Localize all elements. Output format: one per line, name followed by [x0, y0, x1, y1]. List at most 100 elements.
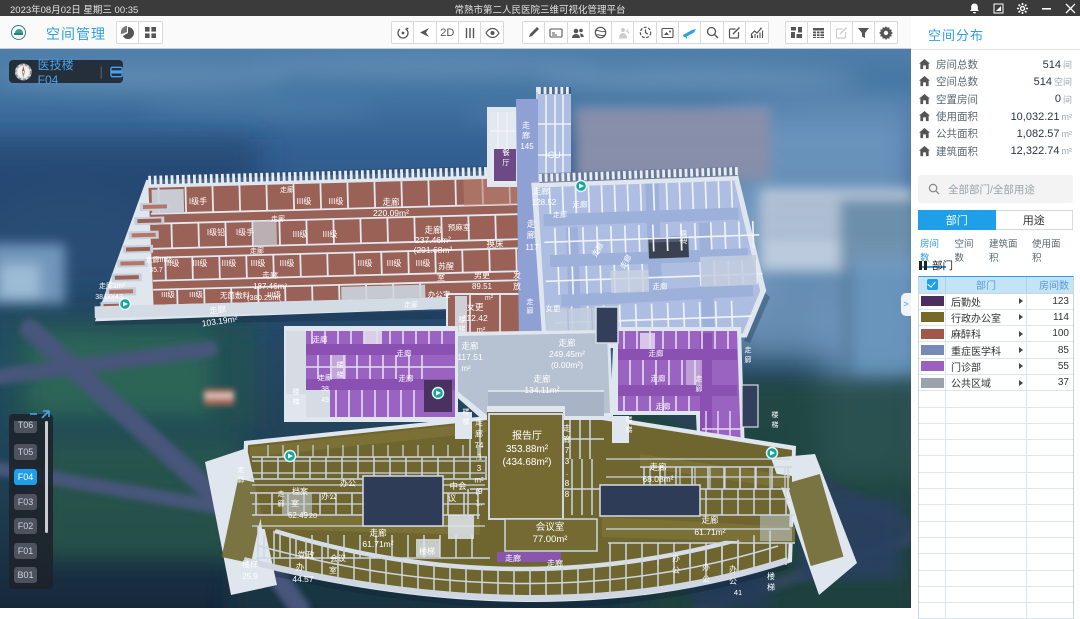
svg-text:办公: 办公 — [340, 478, 356, 488]
svg-text:走廊: 走廊 — [318, 373, 332, 382]
svg-text:餐: 餐 — [502, 148, 510, 157]
svg-text:走廊: 走廊 — [656, 401, 671, 411]
svg-text:44.57: 44.57 — [292, 574, 314, 584]
svg-text:走廊: 走廊 — [533, 186, 549, 196]
svg-text:m²: m² — [485, 295, 494, 302]
svg-text:廊: 廊 — [696, 384, 703, 393]
svg-text:III级: III级 — [293, 229, 308, 239]
svg-text:走: 走 — [278, 490, 285, 498]
svg-text:49: 49 — [321, 397, 329, 404]
svg-text:走廊: 走廊 — [553, 210, 567, 219]
svg-text:走廊: 走廊 — [280, 185, 294, 194]
svg-text:预麻室: 预麻室 — [448, 222, 471, 232]
svg-text:楼: 楼 — [626, 415, 633, 424]
svg-text:男更: 男更 — [474, 271, 490, 280]
svg-text:m²: m² — [477, 325, 486, 334]
svg-text:档案: 档案 — [292, 486, 308, 496]
svg-text:走: 走 — [527, 298, 534, 306]
svg-text:(0.00m²): (0.00m²) — [551, 360, 583, 370]
svg-text:8: 8 — [565, 490, 570, 499]
svg-text:20: 20 — [309, 511, 317, 520]
svg-text:楼: 楼 — [772, 410, 779, 419]
svg-text:梯: 梯 — [459, 324, 466, 333]
svg-text:3: 3 — [477, 464, 482, 473]
svg-text:无菌敷料: 无菌敷料 — [220, 290, 250, 300]
svg-text:61.71m²: 61.71m² — [362, 539, 393, 549]
svg-text:8: 8 — [565, 479, 570, 488]
svg-text:走廊: 走廊 — [651, 373, 666, 383]
svg-text:办: 办 — [729, 564, 737, 574]
svg-text:III级: III级 — [387, 258, 402, 268]
svg-text:III级: III级 — [267, 289, 281, 299]
svg-text:III级: III级 — [193, 258, 208, 268]
svg-text:III级: III级 — [358, 258, 373, 268]
svg-text:III级: III级 — [323, 229, 338, 239]
svg-text:廊: 廊 — [527, 306, 534, 315]
svg-text:梯: 梯 — [767, 582, 775, 592]
svg-text:公: 公 — [702, 575, 710, 584]
svg-text:走: 走 — [563, 424, 571, 433]
svg-text:3: 3 — [565, 457, 570, 466]
svg-text:室: 室 — [291, 498, 299, 508]
svg-text:220.09m²: 220.09m² — [373, 208, 409, 218]
svg-text:走廊: 走廊 — [505, 553, 521, 563]
svg-text:走廊: 走廊 — [250, 246, 264, 255]
svg-text:(434.68m²): (434.68m²) — [503, 457, 552, 468]
svg-text:室: 室 — [329, 565, 337, 575]
svg-text:III级: III级 — [297, 196, 312, 206]
svg-text:7: 7 — [565, 446, 570, 455]
svg-text:38: 38 — [321, 386, 329, 393]
svg-text:走: 走 — [527, 219, 536, 229]
svg-text:廊: 廊 — [278, 499, 285, 508]
svg-text:128.52: 128.52 — [532, 198, 557, 207]
svg-text:走廊: 走廊 — [678, 229, 688, 244]
svg-text:ICU: ICU — [545, 150, 561, 160]
svg-text:苏醒: 苏醒 — [438, 261, 454, 271]
svg-text:楼: 楼 — [459, 315, 466, 324]
svg-text:走廊: 走廊 — [533, 374, 551, 384]
svg-text:楼: 楼 — [293, 387, 300, 396]
svg-text:走廊: 走廊 — [547, 558, 563, 568]
svg-text:61.71m²: 61.71m² — [694, 527, 725, 537]
svg-text:走廊1m²: 走廊1m² — [99, 281, 126, 290]
svg-text:办公: 办公 — [321, 491, 337, 501]
svg-text:I级手: I级手 — [236, 227, 254, 237]
svg-text:楼梯: 楼梯 — [242, 559, 258, 569]
svg-text:会议室: 会议室 — [536, 521, 565, 533]
svg-text:.: . — [566, 468, 568, 477]
svg-text:III级: III级 — [416, 258, 431, 268]
svg-text:会议: 会议 — [330, 553, 346, 563]
svg-text:廊: 廊 — [563, 434, 571, 444]
svg-text:77.00m²: 77.00m² — [533, 534, 568, 545]
svg-text:走: 走 — [238, 466, 245, 474]
svg-text:走: 走 — [475, 418, 483, 427]
svg-text:办: 办 — [672, 553, 680, 563]
svg-text:m²: m² — [461, 364, 471, 373]
svg-text:发: 发 — [513, 270, 521, 280]
svg-text:楼梯: 楼梯 — [419, 546, 435, 556]
svg-text:117: 117 — [525, 242, 539, 252]
svg-text:放: 放 — [513, 281, 521, 291]
svg-text:走廊: 走廊 — [558, 338, 576, 348]
svg-text:党政: 党政 — [297, 550, 315, 560]
svg-text:走廊: 走廊 — [271, 214, 285, 223]
svg-text:35.7: 35.7 — [149, 267, 163, 274]
svg-text:办公室: 办公室 — [428, 289, 451, 299]
svg-text:(9: (9 — [475, 487, 483, 496]
svg-text:I级手: I级手 — [189, 196, 207, 206]
svg-text:走廊: 走廊 — [262, 270, 278, 280]
svg-text:1.: 1. — [476, 499, 483, 508]
svg-text:89.51: 89.51 — [472, 282, 493, 291]
svg-text:走廊: 走廊 — [399, 373, 414, 383]
svg-text:走廊: 走廊 — [461, 341, 479, 351]
svg-text:25,9: 25,9 — [242, 572, 258, 581]
svg-text:68.08m²: 68.08m² — [642, 474, 673, 484]
svg-text:.1: .1 — [476, 453, 483, 462]
svg-text:女更: 女更 — [546, 303, 561, 313]
svg-text:梯: 梯 — [337, 370, 344, 379]
svg-text:议: 议 — [448, 493, 457, 503]
svg-text:走廊: 走廊 — [382, 197, 400, 207]
svg-text:走廊: 走廊 — [424, 225, 442, 235]
svg-text:走: 走 — [522, 121, 530, 130]
svg-text:走: 走 — [696, 375, 703, 383]
